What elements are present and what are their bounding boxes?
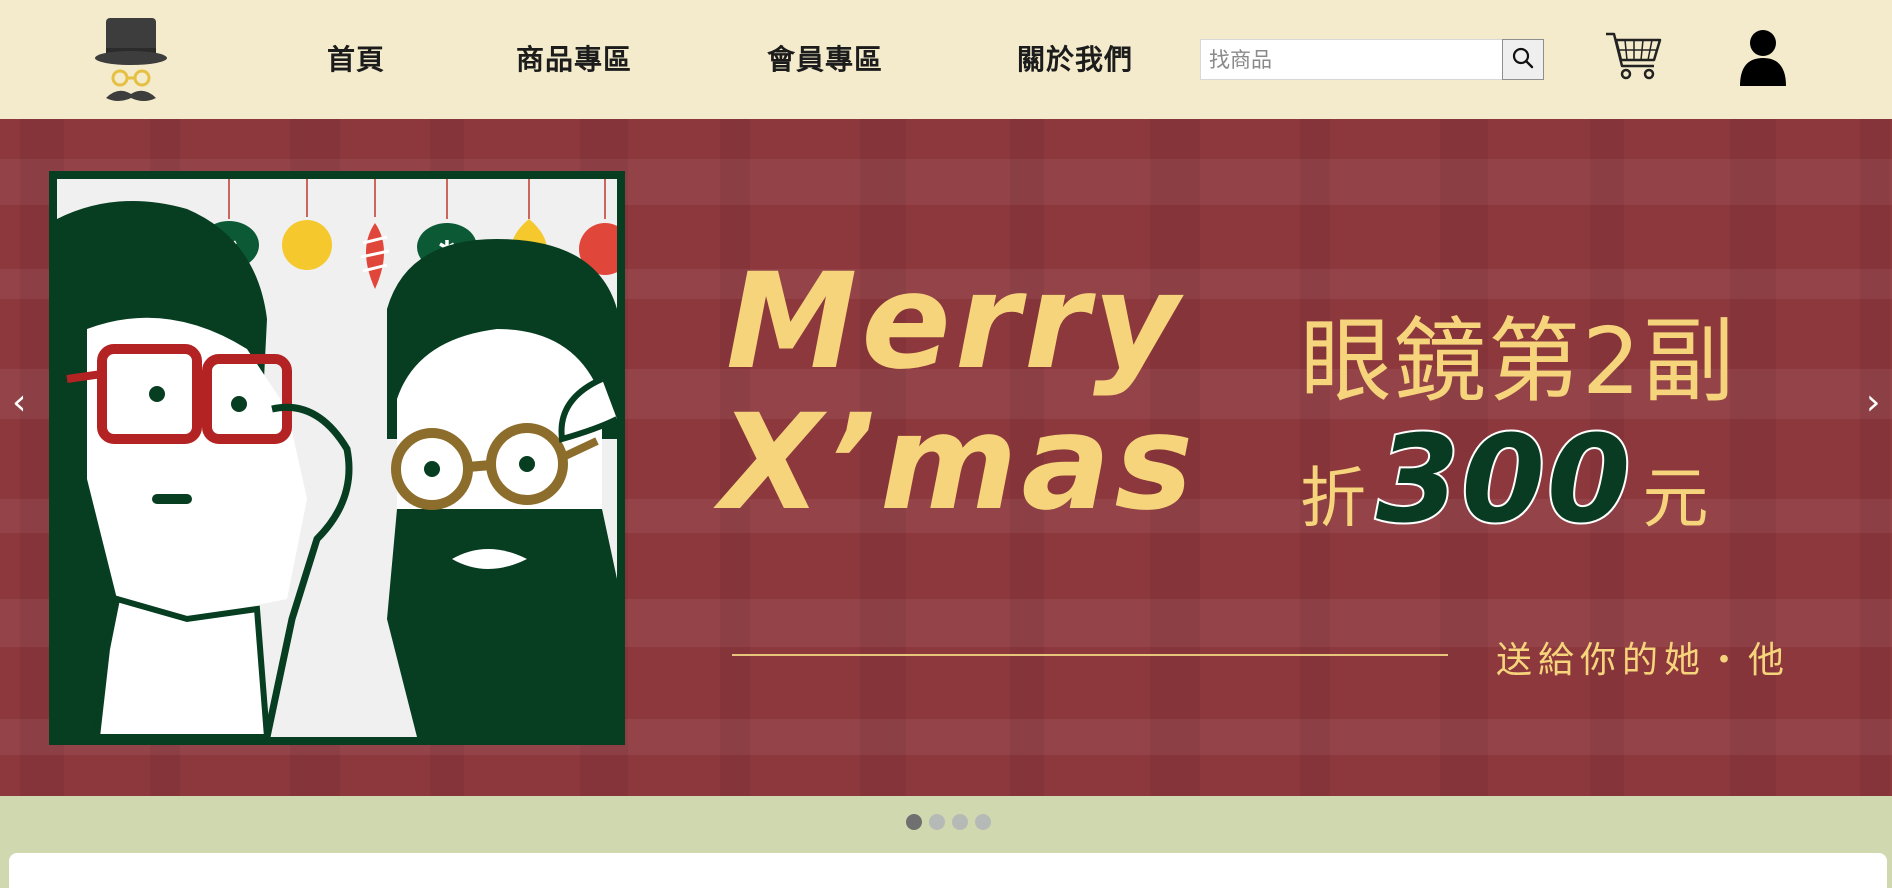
carousel-prev-button[interactable]: ‹	[12, 385, 26, 421]
carousel-indicator-1[interactable]	[906, 814, 922, 830]
xmas-text: X’mas	[720, 386, 1198, 540]
nav-about[interactable]: 關於我們	[1017, 38, 1133, 78]
merry-text: Merry	[726, 245, 1184, 399]
hero-carousel: ✱ ✱	[0, 119, 1892, 796]
promo-yuan-text: 元	[1642, 460, 1709, 537]
top-hat-glasses-logo-icon[interactable]	[92, 12, 172, 106]
carousel-indicators	[906, 814, 991, 832]
search-icon	[1511, 46, 1535, 74]
carousel-indicator-4[interactable]	[975, 814, 991, 830]
site-header: 首頁 商品專區 會員專區 關於我們	[0, 0, 1892, 119]
nav-members[interactable]: 會員專區	[767, 38, 883, 78]
search-input[interactable]	[1200, 39, 1502, 80]
carousel-indicator-3[interactable]	[952, 814, 968, 830]
nav-home[interactable]: 首頁	[327, 38, 385, 78]
nav-products[interactable]: 商品專區	[516, 38, 632, 78]
carousel-next-button[interactable]: ›	[1866, 385, 1880, 421]
search-bar	[1200, 39, 1544, 80]
user-icon[interactable]	[1738, 28, 1788, 88]
cart-icon[interactable]	[1604, 30, 1662, 82]
merry-xmas-title: Merry X’mas	[720, 245, 1246, 529]
promo-headline: 眼鏡第2副	[1300, 308, 1737, 415]
banner-illustration: ✱ ✱	[49, 171, 625, 745]
promo-discount: 折300 元	[1300, 409, 1709, 552]
promo-amount: 300	[1374, 409, 1633, 552]
promo-tagline: 送給你的她・他	[1496, 640, 1791, 681]
carousel-indicator-2[interactable]	[929, 814, 945, 830]
promo-zhe-text: 折	[1300, 460, 1366, 537]
content-card	[9, 853, 1887, 888]
divider-line	[732, 654, 1448, 656]
search-button[interactable]	[1502, 39, 1544, 80]
